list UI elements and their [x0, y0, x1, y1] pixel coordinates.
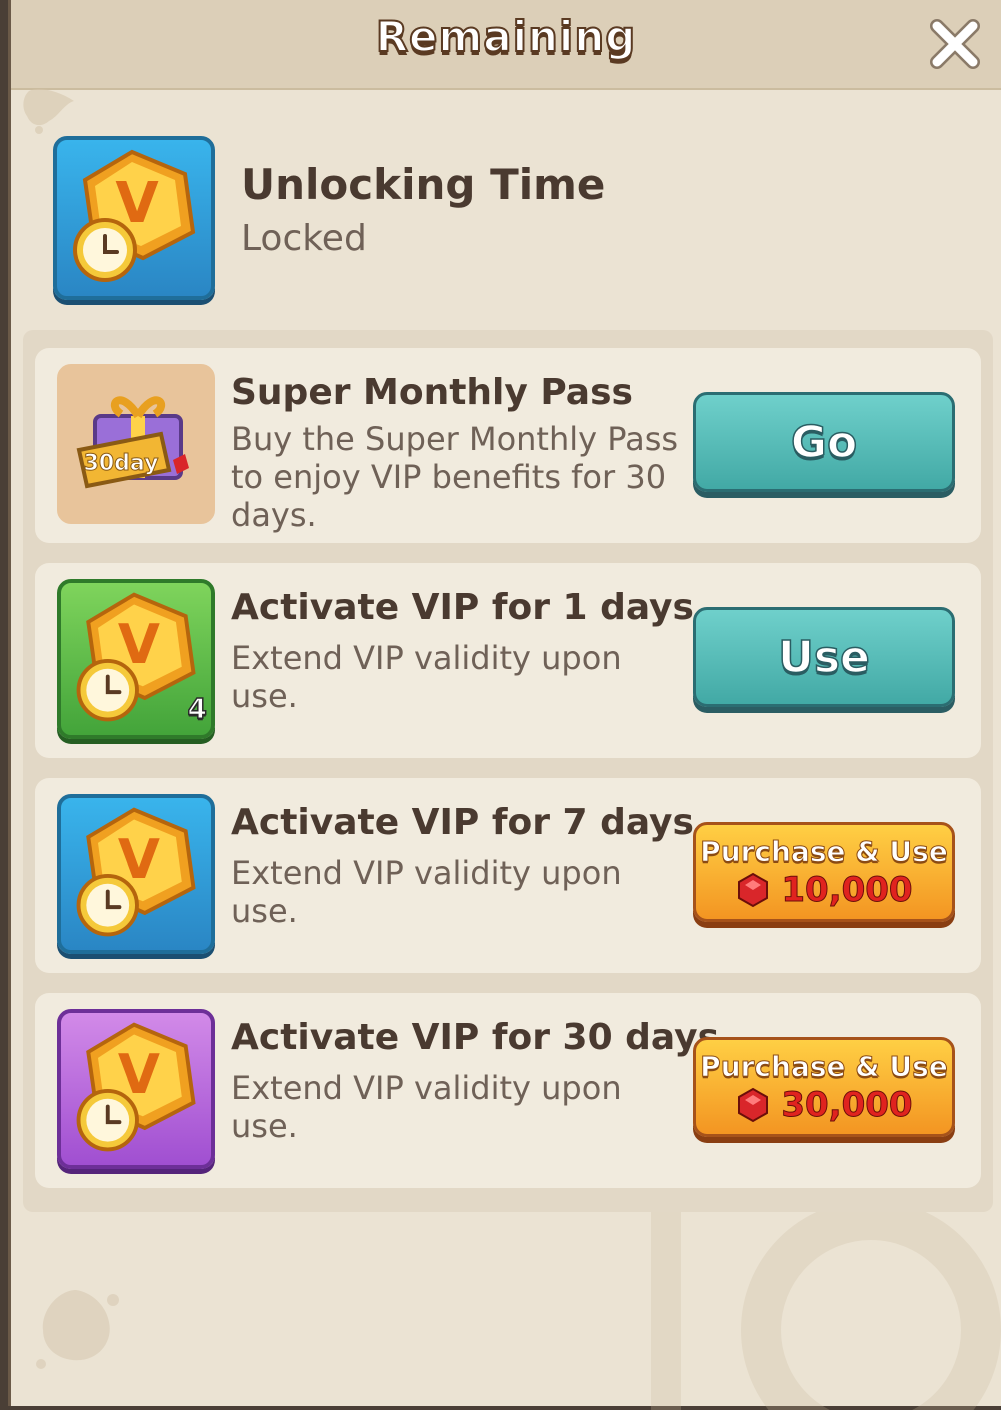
remaining-dialog: Remaining V Unlocking Time Locked 30day …: [8, 0, 1001, 1410]
vip-clock-icon: V: [53, 136, 215, 300]
ruby-icon: [738, 1087, 769, 1122]
go-button-label: Go: [790, 416, 858, 469]
item-title: Activate VIP for 1 days: [231, 587, 694, 628]
gear-watermark-icon: [651, 1210, 1001, 1410]
paint-splat-decoration: [23, 89, 74, 134]
price: 30,000: [735, 1084, 913, 1125]
list-item-super-monthly-pass: 30day Super Monthly Pass Buy the Super M…: [35, 348, 981, 543]
item-title: Activate VIP for 7 days: [231, 802, 694, 843]
item-description: Extend VIP validity upon use.: [231, 639, 622, 715]
use-button-label: Use: [777, 631, 870, 684]
title-bar: Remaining: [11, 0, 1001, 90]
vip-clock-icon: V: [57, 794, 215, 954]
item-description: Extend VIP validity upon use.: [231, 854, 622, 930]
dialog-title: Remaining: [375, 11, 637, 62]
purchase-and-use-button[interactable]: Purchase & Use 30,000: [693, 1037, 955, 1137]
vip-clock-icon: V 4: [57, 579, 215, 739]
ruby-icon: [738, 872, 769, 907]
vip-options-list: 30day Super Monthly Pass Buy the Super M…: [23, 330, 993, 1212]
item-count-badge: 4: [187, 691, 208, 726]
list-item-vip-1-day: V 4 Activate VIP for 1 days Extend VIP v…: [35, 563, 981, 758]
use-button[interactable]: Use: [693, 607, 955, 707]
close-icon: [930, 19, 980, 69]
paint-splat-decoration: [36, 1290, 119, 1369]
item-description: Extend VIP validity upon use.: [231, 1069, 622, 1145]
item-title: Activate VIP for 30 days: [231, 1017, 720, 1058]
list-item-vip-30-days: V Activate VIP for 30 days Extend VIP va…: [35, 993, 981, 1188]
purchase-label: Purchase & Use: [700, 1049, 949, 1083]
unlock-status: Locked: [241, 218, 367, 259]
purchase-label: Purchase & Use: [700, 834, 949, 868]
vip-clock-icon: V: [57, 1009, 215, 1169]
price: 10,000: [735, 869, 913, 910]
close-button[interactable]: [927, 16, 983, 72]
pass-duration-label: 30day: [84, 451, 159, 476]
unlocking-time-title: Unlocking Time: [241, 160, 606, 209]
item-description: Buy the Super Monthly Pass to enjoy VIP …: [231, 420, 679, 534]
go-button[interactable]: Go: [693, 392, 955, 492]
purchase-and-use-button[interactable]: Purchase & Use 10,000: [693, 822, 955, 922]
monthly-pass-gift-icon: 30day: [57, 364, 215, 524]
price-amount: 30,000: [781, 1084, 913, 1125]
price-amount: 10,000: [781, 869, 913, 910]
item-title: Super Monthly Pass: [231, 372, 633, 413]
list-item-vip-7-days: V Activate VIP for 7 days Extend VIP val…: [35, 778, 981, 973]
